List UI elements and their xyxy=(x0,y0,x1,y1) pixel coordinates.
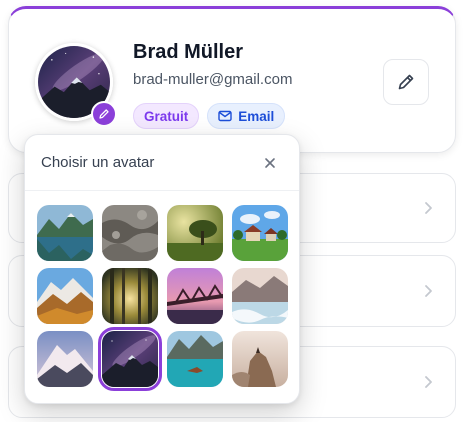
canyon-cliff-image xyxy=(232,331,288,387)
avatar-option-bridge-sunset[interactable] xyxy=(167,268,223,324)
pencil-icon xyxy=(398,74,414,90)
lake-mountains-image xyxy=(37,205,93,261)
chevron-right-icon xyxy=(425,285,432,297)
chevron-right-icon xyxy=(425,202,432,214)
email-badge: Email xyxy=(207,103,286,129)
snowy-peak-image xyxy=(37,331,93,387)
profile-email: brad-muller@gmail.com xyxy=(133,71,293,88)
popover-header: Choisir un avatar xyxy=(25,135,299,191)
avatar-container xyxy=(35,43,117,127)
turquoise-lake-image xyxy=(167,331,223,387)
avatar-option-lake-mountains[interactable] xyxy=(37,205,93,261)
autumn-mountains-image xyxy=(37,268,93,324)
bridge-sunset-image xyxy=(167,268,223,324)
avatar-option-lone-tree[interactable] xyxy=(167,205,223,261)
lone-tree-image xyxy=(167,205,223,261)
plan-badge: Gratuit xyxy=(133,103,200,129)
avatar-option-rock-texture[interactable] xyxy=(102,205,158,261)
change-avatar-button[interactable] xyxy=(91,101,117,127)
pencil-icon xyxy=(99,109,109,119)
avatar-option-sunlit-forest[interactable] xyxy=(102,268,158,324)
mail-icon xyxy=(218,110,232,122)
email-badge-label: Email xyxy=(238,108,275,124)
avatar-option-canyon-cliff[interactable] xyxy=(232,331,288,387)
badge-group: Gratuit Email xyxy=(133,103,286,129)
avatar-option-milky-way-mountain[interactable] xyxy=(98,327,162,391)
milky-way-mountain-image xyxy=(102,331,158,387)
glacier-river-image xyxy=(232,268,288,324)
page: Brad Müller brad-muller@gmail.com Gratui… xyxy=(0,0,465,422)
close-button[interactable] xyxy=(259,152,281,174)
avatar-option-snowy-peak[interactable] xyxy=(37,331,93,387)
avatar-option-glacier-river[interactable] xyxy=(232,268,288,324)
popover-title: Choisir un avatar xyxy=(41,154,155,171)
plan-badge-label: Gratuit xyxy=(144,108,189,124)
avatar-option-turquoise-lake[interactable] xyxy=(167,331,223,387)
avatar-option-autumn-mountains[interactable] xyxy=(37,268,93,324)
chevron-right-icon xyxy=(425,376,432,388)
avatar-option-countryside-houses[interactable] xyxy=(232,205,288,261)
profile-name: Brad Müller xyxy=(133,41,244,63)
profile-card: Brad Müller brad-muller@gmail.com Gratui… xyxy=(8,6,456,153)
avatar-grid xyxy=(37,205,288,391)
sunlit-forest-image xyxy=(102,268,158,324)
close-icon xyxy=(265,157,275,168)
avatar-picker-popover: Choisir un avatar xyxy=(24,134,300,404)
edit-profile-button[interactable] xyxy=(383,59,429,105)
countryside-houses-image xyxy=(232,205,288,261)
rock-texture-image xyxy=(102,205,158,261)
